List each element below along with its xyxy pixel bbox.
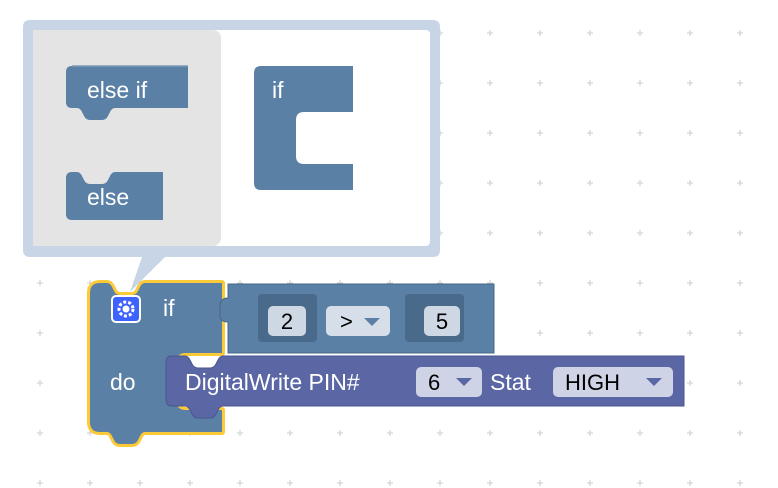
grid-dot xyxy=(637,280,643,286)
grid-dot xyxy=(287,430,293,436)
grid-dot xyxy=(487,430,493,436)
grid-dot xyxy=(687,330,693,336)
grid-dot xyxy=(37,430,43,436)
grid-dot xyxy=(487,480,493,486)
grid-dot xyxy=(637,30,643,36)
pin-dropdown[interactable]: 6 xyxy=(416,367,482,397)
pin-value: 6 xyxy=(428,370,440,395)
grid-dot xyxy=(537,480,543,486)
grid-dot xyxy=(537,30,543,36)
grid-dot xyxy=(387,430,393,436)
grid-dot xyxy=(637,330,643,336)
grid-dot xyxy=(337,430,343,436)
grid-dot xyxy=(387,480,393,486)
grid-dot xyxy=(687,230,693,236)
do-label: do xyxy=(110,369,136,395)
grid-dot xyxy=(587,430,593,436)
grid-dot xyxy=(737,430,743,436)
grid-dot xyxy=(587,130,593,136)
grid-dot xyxy=(687,80,693,86)
else-label: else xyxy=(87,184,129,210)
if-block[interactable] xyxy=(87,280,225,447)
grid-dot xyxy=(337,480,343,486)
grid-dot xyxy=(637,230,643,236)
grid-dot xyxy=(737,480,743,486)
grid-dot xyxy=(737,230,743,236)
grid-dot xyxy=(587,330,593,336)
grid-dot xyxy=(637,130,643,136)
grid-dot xyxy=(237,480,243,486)
grid-dot xyxy=(737,80,743,86)
grid-dot xyxy=(737,280,743,286)
grid-dot xyxy=(687,180,693,186)
grid-dot xyxy=(587,80,593,86)
grid-dot xyxy=(537,330,543,336)
stat-dropdown[interactable]: HIGH xyxy=(553,367,673,397)
grid-dot xyxy=(137,480,143,486)
grid-dot xyxy=(537,180,543,186)
grid-dot xyxy=(87,480,93,486)
grid-dot xyxy=(487,30,493,36)
stat-label: Stat xyxy=(490,369,532,395)
grid-dot xyxy=(637,430,643,436)
operator-dropdown[interactable]: > xyxy=(326,306,390,336)
grid-dot xyxy=(487,180,493,186)
if-label: if xyxy=(163,295,175,321)
left-number-value: 2 xyxy=(281,309,293,334)
grid-dot xyxy=(537,430,543,436)
grid-dot xyxy=(537,280,543,286)
flyout-else-block[interactable]: else xyxy=(66,172,163,220)
grid-dot xyxy=(437,480,443,486)
grid-dot xyxy=(37,280,43,286)
operator-value: > xyxy=(340,309,353,334)
grid-dot xyxy=(737,330,743,336)
gear-icon[interactable] xyxy=(111,295,141,323)
grid-dot xyxy=(37,330,43,336)
grid-dot xyxy=(537,230,543,236)
grid-dot xyxy=(587,180,593,186)
grid-dot xyxy=(487,80,493,86)
grid-dot xyxy=(737,130,743,136)
grid-dot xyxy=(187,480,193,486)
grid-dot xyxy=(687,130,693,136)
else-if-label: else if xyxy=(87,77,148,103)
grid-dot xyxy=(37,480,43,486)
grid-dot xyxy=(437,430,443,436)
grid-dot xyxy=(587,280,593,286)
grid-dot xyxy=(287,480,293,486)
stat-value: HIGH xyxy=(565,370,620,395)
grid-dot xyxy=(237,430,243,436)
workspace-canvas[interactable]: else if else if if do 2 > 5 DigitalWrite… xyxy=(0,0,778,488)
compare-block[interactable]: 2 > 5 xyxy=(219,283,495,354)
grid-dot xyxy=(687,280,693,286)
grid-dot xyxy=(637,180,643,186)
mutator-if-label: if xyxy=(272,77,284,103)
grid-dot xyxy=(487,230,493,236)
grid-dot xyxy=(37,380,43,386)
grid-dot xyxy=(637,80,643,86)
grid-dot xyxy=(687,380,693,386)
grid-dot xyxy=(687,30,693,36)
grid-dot xyxy=(687,480,693,486)
grid-dot xyxy=(587,480,593,486)
grid-dot xyxy=(737,30,743,36)
grid-dot xyxy=(537,80,543,86)
grid-dot xyxy=(737,180,743,186)
right-number-value: 5 xyxy=(436,309,448,334)
grid-dot xyxy=(587,30,593,36)
grid-dot xyxy=(637,480,643,486)
digital-write-block[interactable]: DigitalWrite PIN# 6 Stat HIGH xyxy=(165,355,685,419)
grid-dot xyxy=(487,130,493,136)
digital-write-label: DigitalWrite PIN# xyxy=(185,369,360,395)
mutator-bubble xyxy=(23,20,440,292)
grid-dot xyxy=(687,430,693,436)
grid-dot xyxy=(737,380,743,386)
grid-dot xyxy=(537,130,543,136)
grid-dot xyxy=(587,230,593,236)
